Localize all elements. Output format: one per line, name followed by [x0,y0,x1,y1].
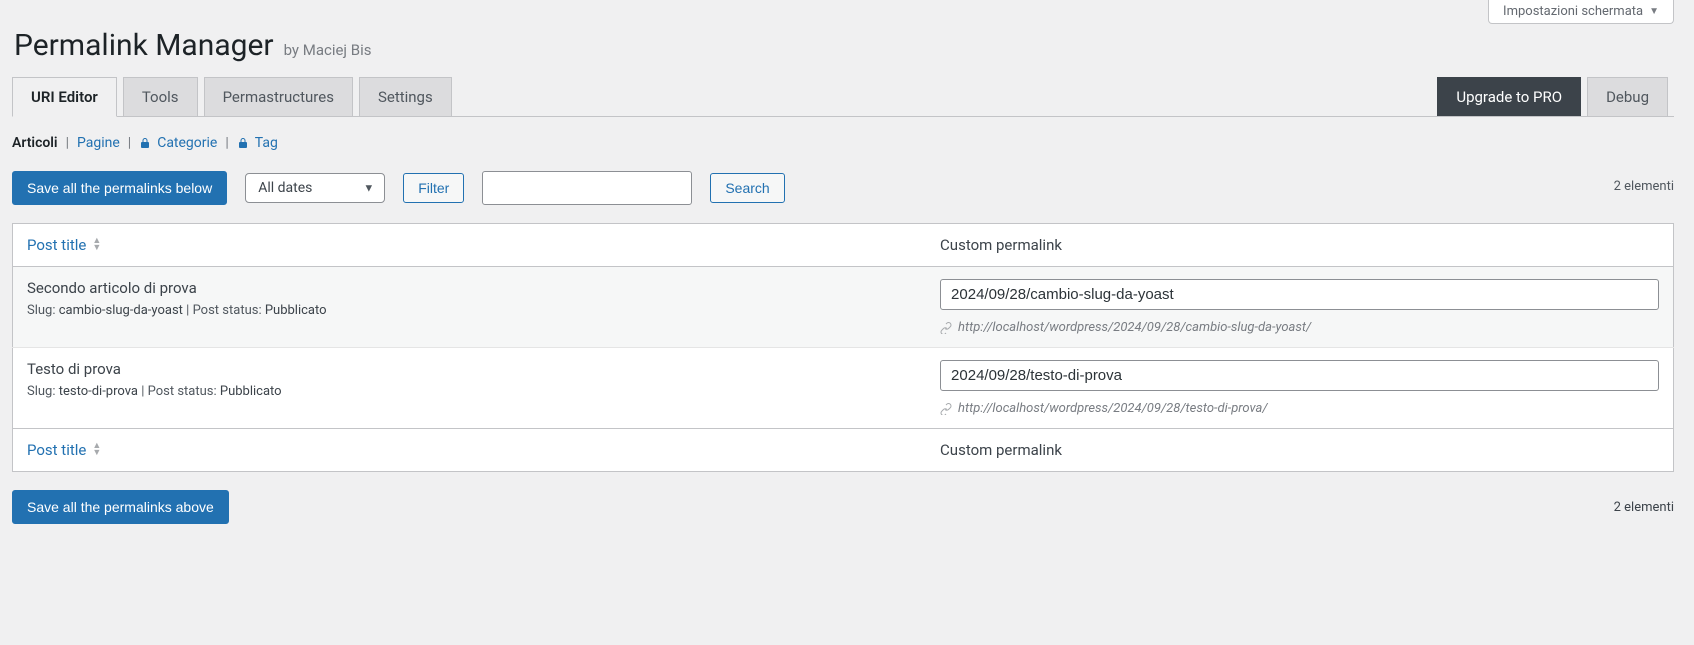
slug-value: cambio-slug-da-yoast [59,303,183,318]
subtab-tag[interactable]: Tag [255,135,278,151]
column-footer-title[interactable]: Post title ▲▼ [27,441,912,459]
screen-options-label: Impostazioni schermata [1503,4,1643,19]
save-below-button[interactable]: Save all the permalinks below [12,171,227,205]
search-button[interactable]: Search [710,173,784,203]
slug-value: testo-di-prova [59,384,138,399]
lock-icon [237,137,249,149]
subtab-categorie[interactable]: Categorie [157,135,217,151]
tab-uri-editor[interactable]: URI Editor [12,77,117,117]
date-filter-value: All dates [258,180,312,196]
status-value: Pubblicato [265,303,327,318]
column-header-title[interactable]: Post title ▲▼ [27,236,912,254]
sub-tabs: Articoli | Pagine | Categorie | Tag [12,135,1674,151]
post-title: Testo di prova [27,360,912,378]
lock-icon [139,137,151,149]
column-label: Custom permalink [940,441,1062,459]
sort-icon: ▲▼ [92,238,101,252]
tab-permastructures[interactable]: Permastructures [204,77,353,116]
tab-tools[interactable]: Tools [123,77,198,116]
permalink-input[interactable] [940,279,1659,310]
slug-label: Slug: [27,303,56,318]
table-row: Secondo articolo di prova Slug: cambio-s… [13,267,1674,348]
status-label: Post status: [148,384,217,399]
slug-label: Slug: [27,384,56,399]
sort-icon: ▲▼ [92,443,101,457]
link-icon [940,403,952,415]
item-count-top: 2 elementi [1614,179,1674,194]
tab-label: Permastructures [223,88,334,106]
controls-top: Save all the permalinks below All dates … [12,171,1674,205]
post-title: Secondo articolo di prova [27,279,912,297]
save-above-button[interactable]: Save all the permalinks above [12,490,229,524]
page-title: Permalink Manager [14,28,274,63]
permalinks-table: Post title ▲▼ Custom permalink Secondo a… [12,223,1674,472]
tab-debug[interactable]: Debug [1587,77,1668,116]
controls-bottom: Save all the permalinks above 2 elementi [12,490,1674,524]
column-header-permalink: Custom permalink [926,224,1673,267]
tab-label: Debug [1606,88,1649,106]
column-label: Post title [27,441,86,459]
column-label: Post title [27,236,86,254]
subtab-pagine[interactable]: Pagine [77,135,120,151]
full-url: http://localhost/wordpress/2024/09/28/ca… [958,320,1311,335]
search-input[interactable] [482,171,692,205]
tab-settings[interactable]: Settings [359,77,452,116]
tab-label: Settings [378,88,433,106]
status-label: Post status: [193,303,262,318]
filter-button[interactable]: Filter [403,173,464,203]
table-row: Testo di prova Slug: testo-di-prova | Po… [13,348,1674,429]
column-label: Custom permalink [940,236,1062,254]
column-footer-permalink: Custom permalink [926,429,1673,472]
link-icon [940,322,952,334]
item-count-bottom: 2 elementi [1614,500,1674,515]
page-header: Permalink Manager by Maciej Bis [12,10,1674,77]
tab-label: Upgrade to PRO [1456,88,1562,106]
date-filter-select[interactable]: All dates ▼ [245,173,385,203]
tab-label: URI Editor [31,88,98,106]
screen-options-toggle[interactable]: Impostazioni schermata ▼ [1488,0,1674,24]
page-byline: by Maciej Bis [284,41,372,59]
status-value: Pubblicato [220,384,282,399]
subtab-articoli[interactable]: Articoli [12,135,58,151]
chevron-down-icon: ▼ [1649,6,1659,17]
permalink-input[interactable] [940,360,1659,391]
nav-tabs: URI Editor Tools Permastructures Setting… [12,77,1674,117]
tab-upgrade-pro[interactable]: Upgrade to PRO [1437,77,1581,116]
chevron-down-icon: ▼ [363,182,374,195]
tab-label: Tools [142,88,179,106]
full-url: http://localhost/wordpress/2024/09/28/te… [958,401,1268,416]
